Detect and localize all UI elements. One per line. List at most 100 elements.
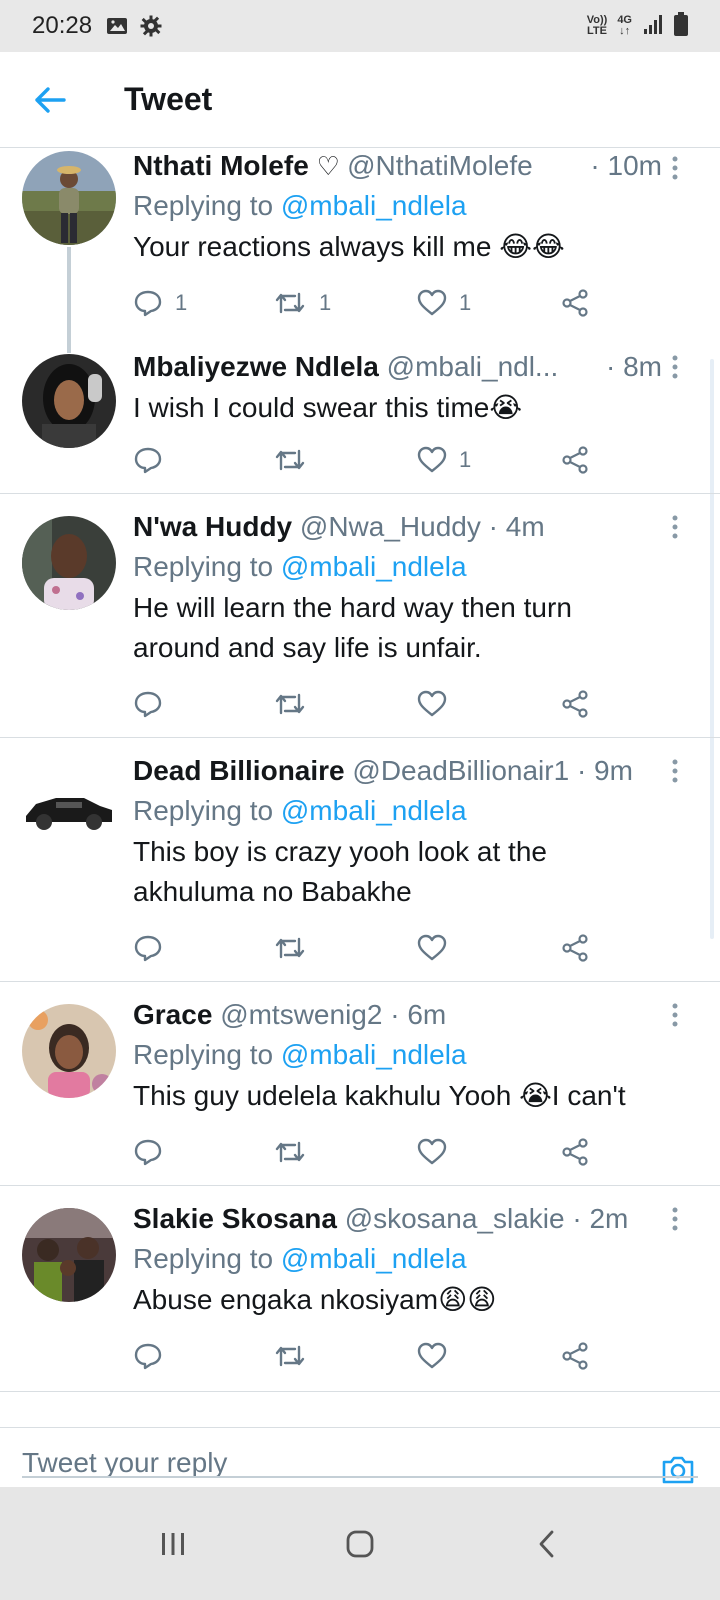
replying-to-link[interactable]: @mbali_ndlela: [281, 551, 467, 582]
replying-to-link[interactable]: @mbali_ndlela: [281, 1243, 467, 1274]
replying-to-link[interactable]: @mbali_ndlela: [281, 795, 467, 826]
reply-icon: [134, 691, 162, 718]
tweet-actions: [133, 1338, 613, 1374]
volte-icon: Vo)) LTE: [586, 14, 608, 37]
tweet-actions: [133, 1134, 613, 1170]
reply-icon: [134, 1343, 162, 1370]
emoji-crying: 😭: [519, 1080, 552, 1111]
more-options-icon[interactable]: [660, 151, 690, 185]
tweet-author-handle[interactable]: @skosana_slakie: [345, 1203, 565, 1234]
heart-icon: [417, 446, 447, 473]
retweet-icon: [275, 449, 305, 471]
more-options-icon[interactable]: [660, 1202, 690, 1236]
share-button[interactable]: [561, 285, 589, 321]
home-icon[interactable]: [330, 1514, 390, 1574]
reply-icon: [134, 447, 162, 474]
tweet-text: Your reactions always kill me 😂😂: [133, 231, 565, 262]
replying-to-link[interactable]: @mbali_ndlela: [281, 190, 467, 221]
tweet-author-name[interactable]: Nthati Molefe: [133, 150, 309, 181]
like-button[interactable]: 1: [417, 442, 471, 478]
retweet-button[interactable]: [273, 442, 307, 478]
more-options-icon[interactable]: [660, 510, 690, 544]
tweet[interactable]: Mbaliyezwe Ndlela @mbali_ndl... · 8m I w…: [0, 334, 720, 494]
tweet-text: Abuse engaka nkosiyam😩😩: [133, 1284, 497, 1315]
heart-icon: [417, 1342, 447, 1369]
avatar[interactable]: [22, 1004, 116, 1098]
reply-button[interactable]: [133, 1338, 163, 1374]
tweet[interactable]: Grace @mtswenig2 · 6m Replying to @mbali…: [0, 982, 720, 1186]
more-options-icon[interactable]: [660, 998, 690, 1032]
tweet[interactable]: Nthati Molefe ♡ @NthatiMolefe · 10m Repl…: [0, 149, 720, 353]
emoji-crying: 😭: [489, 392, 523, 423]
retweet-button[interactable]: [273, 686, 307, 722]
tweet-author-handle[interactable]: @Nwa_Huddy: [300, 511, 481, 542]
tweet[interactable]: Slakie Skosana @skosana_slakie · 2m Repl…: [0, 1186, 720, 1392]
retweet-button[interactable]: [273, 1134, 307, 1170]
tweet-author-name[interactable]: Mbaliyezwe Ndlela: [133, 351, 379, 382]
like-button[interactable]: 1: [417, 285, 471, 321]
tweet-author-handle[interactable]: @mbali_ndl...: [387, 351, 559, 382]
retweet-button[interactable]: 1: [273, 285, 331, 321]
tweet-author-name[interactable]: Slakie Skosana: [133, 1203, 337, 1234]
share-icon: [562, 289, 588, 317]
tweet-author-handle[interactable]: @mtswenig2: [220, 999, 382, 1030]
tweet[interactable]: Dead Billionaire @DeadBillionair1 · 9m R…: [0, 738, 720, 982]
share-icon: [562, 1342, 588, 1370]
replying-to: Replying to @mbali_ndlela: [133, 1039, 467, 1070]
retweet-icon: [275, 693, 305, 715]
like-button[interactable]: [417, 686, 447, 722]
tweet-author-name[interactable]: Grace: [133, 999, 212, 1030]
tweet-author-handle[interactable]: @DeadBillionair1: [352, 755, 569, 786]
avatar[interactable]: [22, 151, 116, 245]
tweet-author-name[interactable]: Dead Billionaire: [133, 755, 345, 786]
avatar[interactable]: [22, 760, 116, 854]
tweet-actions: [133, 930, 613, 966]
share-button[interactable]: [561, 930, 589, 966]
reply-button[interactable]: [133, 930, 163, 966]
tweet[interactable]: N'wa Huddy @Nwa_Huddy · 4m Replying to @…: [0, 494, 720, 738]
more-options-icon[interactable]: [660, 350, 690, 384]
system-nav-bar: [0, 1487, 720, 1600]
heart-outline-icon: ♡: [316, 151, 348, 181]
settings-gear-icon: [140, 15, 162, 37]
signal-icon: [642, 13, 664, 40]
heart-icon: [417, 690, 447, 717]
share-button[interactable]: [561, 1134, 589, 1170]
like-button[interactable]: [417, 1134, 447, 1170]
emoji-laughing: 😂😂: [499, 231, 565, 262]
app-header: Tweet: [0, 52, 720, 148]
status-bar: 20:28 Vo)) LTE 4G ↓↑: [0, 0, 720, 52]
reply-button[interactable]: 1: [133, 285, 187, 321]
reply-button[interactable]: [133, 686, 163, 722]
reply-feed[interactable]: Nthati Molefe ♡ @NthatiMolefe · 10m Repl…: [0, 149, 720, 1427]
like-button[interactable]: [417, 1338, 447, 1374]
tweet-author-handle[interactable]: @NthatiMolefe: [347, 150, 533, 181]
share-button[interactable]: [561, 1338, 589, 1374]
replying-to-link[interactable]: @mbali_ndlela: [281, 1039, 467, 1070]
reply-button[interactable]: [133, 442, 163, 478]
avatar[interactable]: [22, 516, 116, 610]
camera-icon[interactable]: [658, 1450, 698, 1490]
share-icon: [562, 690, 588, 718]
retweet-button[interactable]: [273, 1338, 307, 1374]
tweet-author-name[interactable]: N'wa Huddy: [133, 511, 292, 542]
reply-count: 1: [175, 290, 188, 315]
back-nav-icon[interactable]: [517, 1514, 577, 1574]
recent-apps-icon[interactable]: [143, 1514, 203, 1574]
retweet-icon: [275, 292, 305, 314]
more-options-icon[interactable]: [660, 754, 690, 788]
replying-to: Replying to @mbali_ndlela: [133, 190, 467, 221]
tweet-reply-input[interactable]: [22, 1428, 642, 1480]
avatar[interactable]: [22, 1208, 116, 1302]
retweet-button[interactable]: [273, 930, 307, 966]
status-time: 20:28: [32, 12, 93, 39]
share-button[interactable]: [561, 686, 589, 722]
like-button[interactable]: [417, 930, 447, 966]
tweet-time: · 8m: [600, 350, 662, 384]
retweet-icon: [275, 1141, 305, 1163]
share-button[interactable]: [561, 442, 589, 478]
avatar[interactable]: [22, 354, 116, 448]
reply-button[interactable]: [133, 1134, 163, 1170]
share-icon: [562, 1138, 588, 1166]
back-arrow-icon[interactable]: [20, 70, 80, 130]
